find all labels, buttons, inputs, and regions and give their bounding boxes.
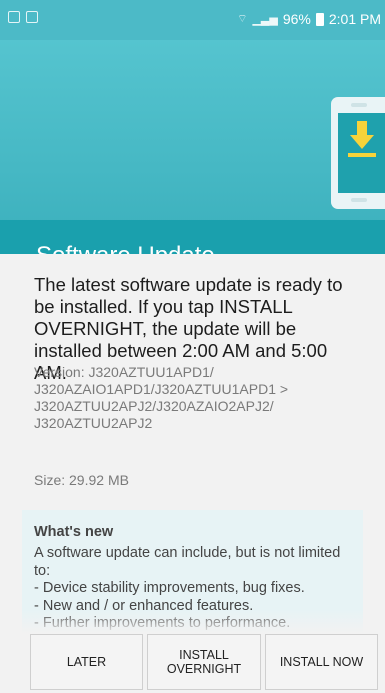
install-overnight-button[interactable]: INSTALL OVERNIGHT bbox=[147, 634, 261, 690]
whats-new-title: What's new bbox=[34, 524, 114, 540]
phone-download-icon bbox=[331, 97, 385, 209]
status-bar: ⌔ ▁▃▅ 96% 2:01 PM bbox=[0, 0, 385, 40]
update-content[interactable]: The latest software update is ready to b… bbox=[0, 254, 385, 634]
install-now-button[interactable]: INSTALL NOW bbox=[265, 634, 378, 690]
later-button[interactable]: LATER bbox=[30, 634, 143, 690]
size-info: Size: 29.92 MB bbox=[34, 472, 129, 488]
status-right: ⌔ ▁▃▅ 96% 2:01 PM bbox=[237, 11, 381, 27]
phone-screen bbox=[338, 113, 385, 193]
phone-home-button bbox=[351, 198, 367, 202]
install-now-label: INSTALL NOW bbox=[279, 655, 364, 669]
header-banner: Software Update bbox=[0, 40, 385, 294]
scroll-fade bbox=[22, 610, 363, 634]
signal-icon: ▁▃▅ bbox=[252, 13, 278, 26]
whats-new-panel: What's new A software update can include… bbox=[22, 510, 363, 634]
button-bar: LATER INSTALL OVERNIGHT INSTALL NOW bbox=[0, 634, 385, 693]
notification-icon bbox=[8, 11, 20, 23]
notification-icon bbox=[26, 11, 38, 23]
status-left bbox=[8, 11, 38, 23]
status-time: 2:01 PM bbox=[328, 11, 381, 27]
version-info: Version: J320AZTUU1APD1/ J320AZAIO1APD1/… bbox=[34, 364, 289, 431]
download-arrow-icon bbox=[350, 135, 374, 149]
download-base bbox=[348, 153, 376, 157]
battery-icon bbox=[315, 12, 324, 26]
download-arrow-stem bbox=[357, 121, 367, 136]
wifi-icon: ⌔ bbox=[237, 13, 248, 25]
battery-percent: 96% bbox=[282, 11, 311, 27]
later-button-label: LATER bbox=[66, 655, 107, 669]
install-overnight-label: INSTALL OVERNIGHT bbox=[166, 648, 242, 676]
phone-speaker bbox=[351, 103, 367, 107]
